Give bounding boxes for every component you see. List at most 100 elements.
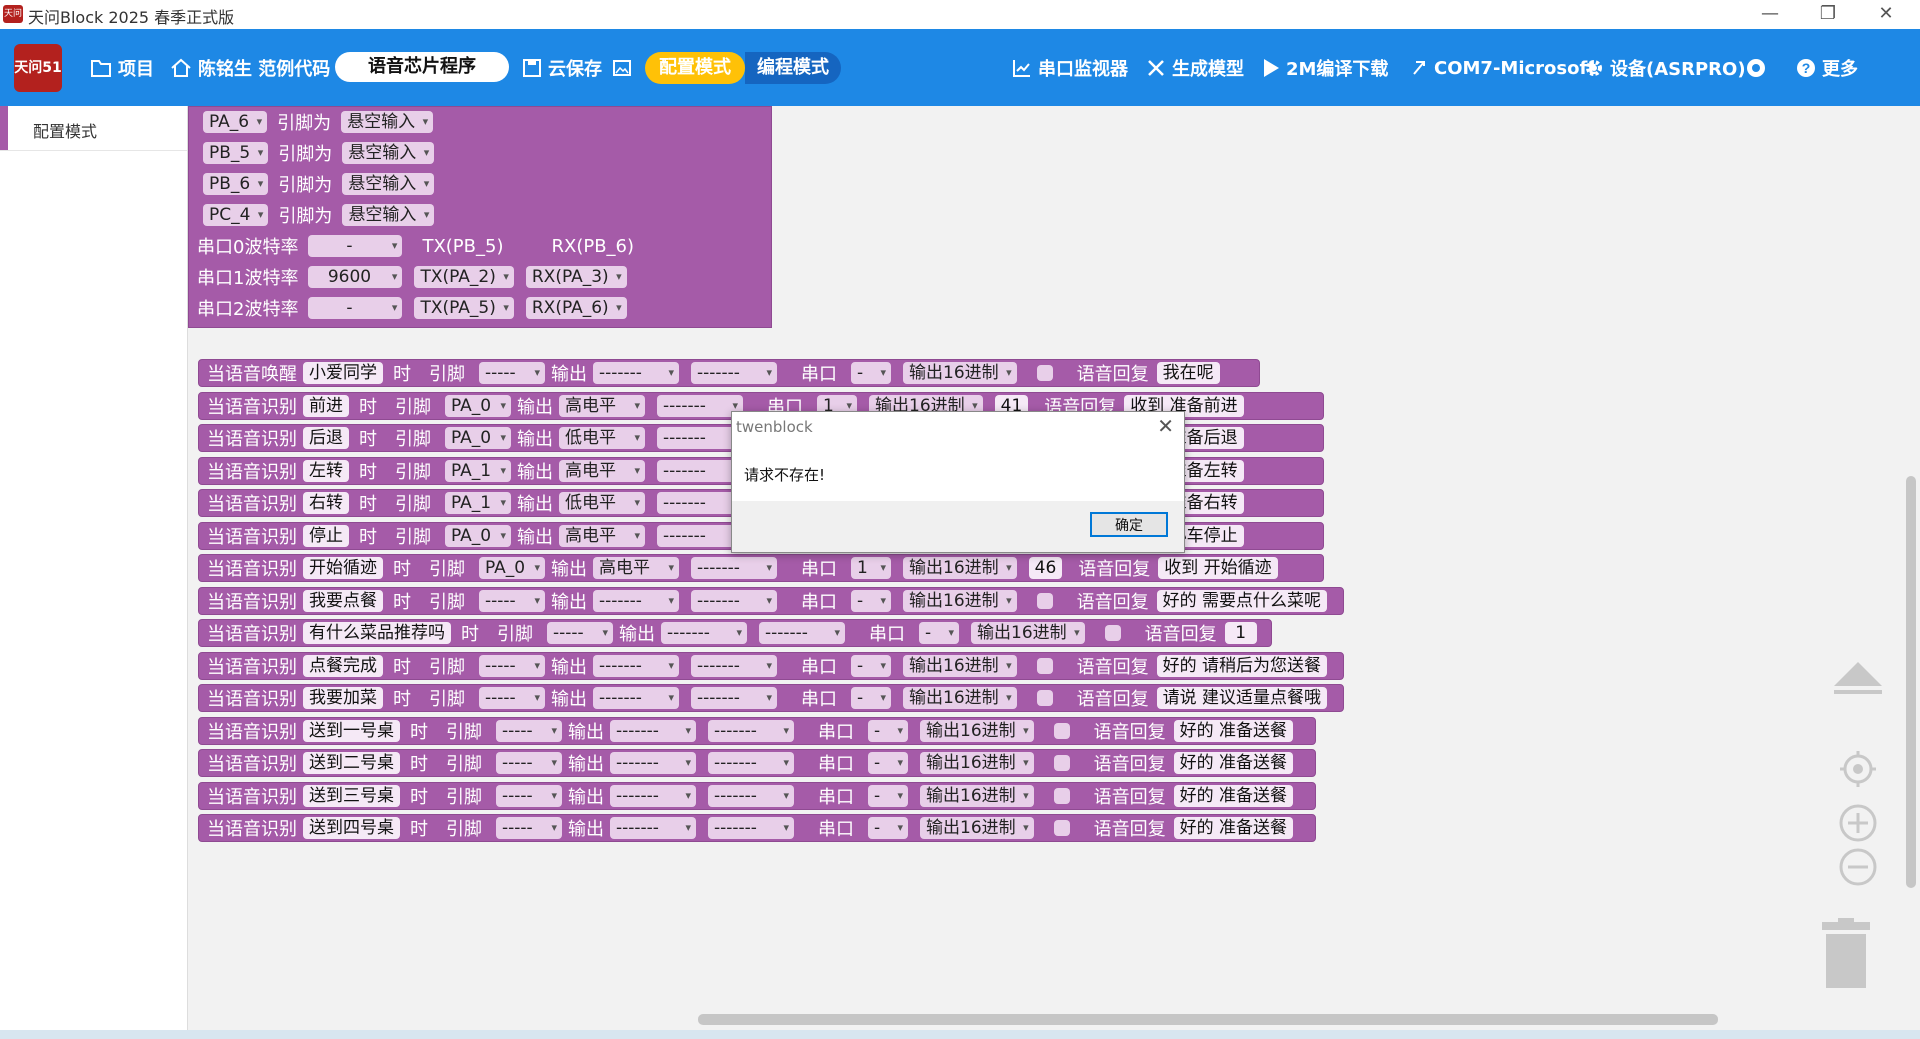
code-mode-button[interactable]: 编程模式 — [745, 52, 841, 84]
pin-dropdown[interactable]: ----- — [479, 590, 545, 612]
home-button[interactable]: 陈铭生 范例代码 — [170, 55, 330, 81]
pin-mode-dropdown[interactable]: 悬空输入 — [342, 173, 435, 195]
pin-dropdown[interactable]: PB_5 — [203, 142, 269, 164]
pin-dropdown[interactable]: PA_0 — [445, 395, 511, 417]
keyword-field[interactable]: 点餐完成 — [303, 655, 383, 677]
uart-dropdown[interactable]: - — [868, 785, 908, 807]
reply-field[interactable]: 好的 准备送餐 — [1173, 752, 1294, 774]
extra-dropdown[interactable]: ------- — [708, 817, 794, 839]
pin-dropdown[interactable]: ----- — [479, 687, 545, 709]
pin-dropdown[interactable]: PC_4 — [203, 204, 269, 226]
dialog-ok-button[interactable]: 确定 — [1090, 512, 1168, 537]
pin-dropdown[interactable]: ----- — [496, 817, 562, 839]
extra-dropdown[interactable]: ------- — [691, 362, 777, 384]
pin-mode-dropdown[interactable]: 悬空输入 — [342, 142, 435, 164]
reply-field[interactable]: 请说 建议适量点餐哦 — [1156, 687, 1328, 709]
block-workspace[interactable]: PA_6 引脚为 悬空输入 PB_5 引脚为 悬空输入 PB_6 引脚为 悬空输… — [188, 106, 1920, 1030]
hex-dropdown[interactable]: 输出16进制 — [903, 590, 1017, 612]
uart-dropdown[interactable]: - — [851, 687, 891, 709]
baud-dropdown[interactable]: 9600 — [308, 266, 403, 288]
uart-dropdown[interactable]: - — [868, 720, 908, 742]
level-dropdown[interactable]: 高电平 — [593, 557, 679, 579]
reply-field[interactable]: 好的 请稍后为您送餐 — [1156, 655, 1328, 677]
pin-dropdown[interactable]: ----- — [547, 622, 613, 644]
pin-dropdown[interactable]: ----- — [496, 752, 562, 774]
tx-dropdown[interactable]: TX(PA_5) — [414, 297, 514, 319]
image-button[interactable] — [612, 55, 632, 81]
hex-code-field[interactable] — [1036, 365, 1053, 381]
level-dropdown[interactable]: ------- — [661, 622, 747, 644]
hex-code-field[interactable] — [1036, 690, 1053, 706]
uart-dropdown[interactable]: - — [868, 752, 908, 774]
hex-code-field[interactable] — [1104, 625, 1121, 641]
voice-command-block[interactable]: 当语音识别送到四号桌时引脚 ----- 输出 ------- ------- 串口-输出1… — [198, 814, 1316, 842]
trash-icon[interactable] — [1818, 918, 1874, 990]
horizontal-scrollbar[interactable] — [698, 1014, 1718, 1025]
config-block[interactable]: PA_6 引脚为 悬空输入 PB_5 引脚为 悬空输入 PB_6 引脚为 悬空输… — [188, 106, 772, 328]
reply-field[interactable]: 收到 开始循迹 — [1158, 557, 1278, 579]
rx-dropdown[interactable]: RX(PA_6) — [525, 297, 627, 319]
baud-dropdown[interactable]: - — [308, 235, 403, 257]
hex-dropdown[interactable]: 输出16进制 — [920, 720, 1034, 742]
pin-dropdown[interactable]: ----- — [479, 655, 545, 677]
keyword-field[interactable]: 左转 — [303, 460, 349, 482]
keyword-field[interactable]: 有什么菜品推荐吗 — [303, 622, 451, 644]
level-dropdown[interactable]: ------- — [593, 687, 679, 709]
level-dropdown[interactable]: ------- — [610, 785, 696, 807]
hex-dropdown[interactable]: 输出16进制 — [903, 557, 1017, 579]
scroll-top-icon[interactable] — [1832, 656, 1884, 696]
hex-code-field[interactable]: 46 — [1028, 557, 1063, 579]
level-dropdown[interactable]: 低电平 — [559, 427, 645, 449]
voice-command-block[interactable]: 当语音识别开始循迹时引脚 PA_0 输出高电平 ------- 串口 1 输出16进制 46 语… — [198, 554, 1324, 582]
hex-dropdown[interactable]: 输出16进制 — [920, 785, 1034, 807]
device-button[interactable]: 设备(ASRPRO) — [1584, 55, 1746, 81]
voice-command-block[interactable]: 当语音识别有什么菜品推荐吗时引脚 ----- 输出 ------- ------- 串口-… — [198, 619, 1272, 647]
pin-dropdown[interactable]: PA_0 — [479, 557, 545, 579]
hex-code-field[interactable] — [1053, 755, 1070, 771]
config-mode-button[interactable]: 配置模式 — [645, 52, 745, 84]
level-dropdown[interactable]: ------- — [593, 655, 679, 677]
pin-mode-dropdown[interactable]: 悬空输入 — [342, 204, 435, 226]
level-dropdown[interactable]: 高电平 — [559, 460, 645, 482]
hex-code-field[interactable] — [1036, 658, 1053, 674]
level-dropdown[interactable]: 低电平 — [559, 492, 645, 514]
uart-dropdown[interactable]: - — [851, 655, 891, 677]
uart-dropdown[interactable]: - — [851, 362, 891, 384]
level-dropdown[interactable]: ------- — [610, 817, 696, 839]
pin-dropdown[interactable]: PB_6 — [203, 173, 269, 195]
extra-dropdown[interactable]: ------- — [759, 622, 845, 644]
level-dropdown[interactable]: 高电平 — [559, 395, 645, 417]
compile-download-button[interactable]: 2M编译下载 — [1262, 55, 1388, 81]
zoom-in-icon[interactable] — [1838, 803, 1878, 843]
reply-field[interactable]: 1 — [1224, 622, 1257, 644]
keyword-field[interactable]: 右转 — [303, 492, 349, 514]
dialog-close-icon[interactable]: ✕ — [1157, 414, 1174, 438]
sidebar-item-config[interactable]: 配置模式 — [0, 106, 187, 151]
pin-dropdown[interactable]: PA_1 — [445, 460, 511, 482]
github-button[interactable] — [1746, 55, 1766, 81]
pin-dropdown[interactable]: PA_0 — [445, 525, 511, 547]
reply-field[interactable]: 好的 准备送餐 — [1173, 720, 1294, 742]
project-button[interactable]: 项目 — [90, 55, 154, 81]
keyword-field[interactable]: 开始循迹 — [303, 557, 383, 579]
keyword-field[interactable]: 送到二号桌 — [303, 752, 400, 774]
hex-dropdown[interactable]: 输出16进制 — [903, 687, 1017, 709]
voice-command-block[interactable]: 当语音识别点餐完成时引脚 ----- 输出 ------- ------- 串口-输出16… — [198, 652, 1344, 680]
pin-dropdown[interactable]: ----- — [479, 362, 545, 384]
keyword-field[interactable]: 我要加菜 — [303, 687, 383, 709]
baud-dropdown[interactable]: - — [308, 297, 403, 319]
hex-code-field[interactable] — [1053, 723, 1070, 739]
pin-dropdown[interactable]: PA_0 — [445, 427, 511, 449]
keyword-field[interactable]: 送到三号桌 — [303, 785, 400, 807]
reply-field[interactable]: 好的 需要点什么菜呢 — [1156, 590, 1328, 612]
pin-dropdown[interactable]: PA_1 — [445, 492, 511, 514]
keyword-field[interactable]: 送到一号桌 — [303, 720, 400, 742]
extra-dropdown[interactable]: ------- — [691, 687, 777, 709]
minimize-button[interactable]: — — [1750, 2, 1790, 26]
uart-dropdown[interactable]: - — [919, 622, 959, 644]
cloud-save-button[interactable]: 云保存 — [522, 55, 602, 81]
level-dropdown[interactable]: ------- — [610, 720, 696, 742]
voice-command-block[interactable]: 当语音识别我要加菜时引脚 ----- 输出 ------- ------- 串口-输出16… — [198, 684, 1344, 712]
hex-dropdown[interactable]: 输出16进制 — [920, 817, 1034, 839]
level-dropdown[interactable]: ------- — [610, 752, 696, 774]
